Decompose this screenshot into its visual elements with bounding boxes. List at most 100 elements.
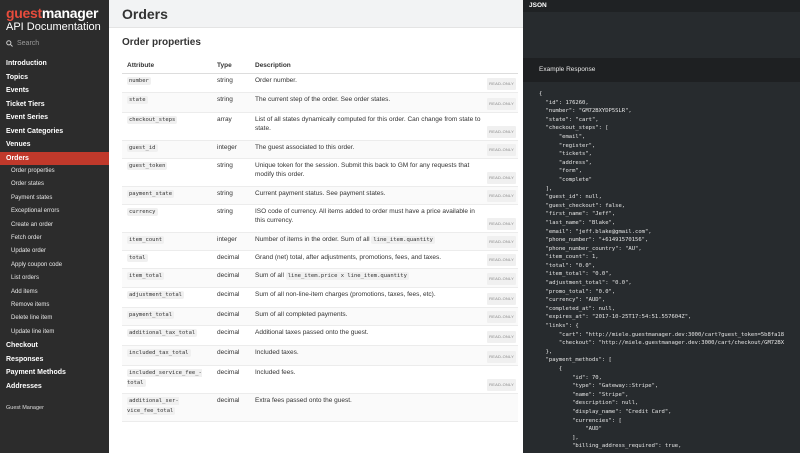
sidebar-item-introduction[interactable]: Introduction <box>0 57 109 71</box>
type-cell: string <box>212 204 250 233</box>
read-only-badge: READ-ONLY <box>487 144 516 156</box>
inline-code: line_item.price x line_item.quantity <box>285 271 409 280</box>
column-header-description: Description <box>250 59 518 74</box>
code-line: "email", <box>539 133 586 140</box>
description-cell: The guest associated to this order. READ-… <box>250 140 518 159</box>
type-cell: decimal <box>212 307 250 326</box>
code-line: "name": "Stripe", <box>539 391 629 398</box>
read-only-badge: READ-ONLY <box>487 379 516 391</box>
attribute-cell: item_count <box>122 232 212 251</box>
description-cell: Included taxes. READ-ONLY <box>250 345 518 366</box>
attribute-name: included_tax_total <box>127 348 191 357</box>
type-cell: integer <box>212 140 250 159</box>
sidebar-item-apply-coupon-code[interactable]: Apply coupon code <box>0 259 109 272</box>
description-text: Order number. <box>255 76 297 84</box>
sidebar-item-remove-items[interactable]: Remove items <box>0 299 109 312</box>
description-cell: Sum of all line_item.price x line_item.q… <box>250 268 518 288</box>
code-line: "billing_address_required": true, <box>539 443 682 450</box>
sidebar-item-order-properties[interactable]: Order properties <box>0 165 109 178</box>
sidebar-item-payment-methods[interactable]: Payment Methods <box>0 366 109 380</box>
description-text: ISO code of currency. All items added to… <box>255 207 475 225</box>
code-line: "guest_checkout": false, <box>539 202 626 209</box>
type-cell: decimal <box>212 393 250 422</box>
description-text: Additional taxes passed onto the guest. <box>255 328 369 336</box>
logo[interactable]: guestmanager <box>6 6 98 21</box>
code-line: "register", <box>539 142 596 149</box>
code-line: "total": "0.0", <box>539 262 596 269</box>
read-only-badge: READ-ONLY <box>487 254 516 266</box>
read-only-badge: READ-ONLY <box>487 98 516 110</box>
code-line: "guest_id": null, <box>539 194 602 201</box>
attribute-name: item_total <box>127 271 165 280</box>
sidebar-item-payment-states[interactable]: Payment states <box>0 192 109 205</box>
sidebar-item-responses[interactable]: Responses <box>0 353 109 367</box>
attribute-name: total <box>127 253 148 262</box>
search-box[interactable]: Search <box>6 40 39 47</box>
table-row: payment_total decimal Sum of all completed… <box>122 307 518 326</box>
attribute-cell: guest_token <box>122 158 212 187</box>
code-line: "phone_number_country": "AU", <box>539 245 642 252</box>
sidebar-item-orders[interactable]: Orders <box>0 151 109 165</box>
table-row: guest_token string Unique token for the se… <box>122 158 518 187</box>
tab-json[interactable]: JSON <box>529 2 547 9</box>
sidebar-item-ticket-tiers[interactable]: Ticket Tiers <box>0 98 109 112</box>
sidebar-item-update-line-item[interactable]: Update line item <box>0 326 109 339</box>
description-text: Sum of all <box>255 271 284 279</box>
description-cell: The current step of the order. See order… <box>250 92 518 113</box>
read-only-badge: READ-ONLY <box>487 218 516 230</box>
sidebar-item-checkout[interactable]: Checkout <box>0 339 109 353</box>
sidebar-item-topics[interactable]: Topics <box>0 71 109 85</box>
sidebar-item-venues[interactable]: Venues <box>0 138 109 152</box>
logo-text-guest: guest <box>6 5 42 21</box>
attribute-cell: total <box>122 250 212 269</box>
code-line: "promo_total": "0.0", <box>539 288 616 295</box>
table-row: included_service_fee_-total decimal Includ… <box>122 365 518 394</box>
attribute-cell: item_total <box>122 268 212 288</box>
sidebar-item-exceptional-errors[interactable]: Exceptional errors <box>0 205 109 218</box>
description-cell: List of all states dynamically computed … <box>250 112 518 141</box>
description-text: Included taxes. <box>255 348 299 356</box>
sidebar-item-create-an-order[interactable]: Create an order <box>0 219 109 232</box>
table-row: state string The current step of the order… <box>122 92 518 113</box>
attribute-name: adjustment_total <box>127 290 184 299</box>
code-line: "payment_methods": [ <box>539 357 612 364</box>
code-line: "id": 176260, <box>539 99 589 106</box>
type-cell: decimal <box>212 250 250 269</box>
sidebar-item-order-states[interactable]: Order states <box>0 178 109 191</box>
code-line: "email": "jeff.blake@gmail.com", <box>539 228 652 235</box>
description-cell: Current payment status. See payment stat… <box>250 186 518 205</box>
sidebar-item-add-items[interactable]: Add items <box>0 286 109 299</box>
read-only-badge: READ-ONLY <box>487 78 516 90</box>
attribute-name: checkout_steps <box>127 115 178 124</box>
description-text: Number of items in the order. Sum of all <box>255 235 370 243</box>
search-input[interactable]: Search <box>17 40 39 47</box>
code-line: "checkout": "http://miele.guestmanager.d… <box>539 340 785 347</box>
sidebar-item-fetch-order[interactable]: Fetch order <box>0 232 109 245</box>
attribute-name: state <box>127 95 148 104</box>
inline-code: line_item.quantity <box>371 235 435 244</box>
sidebar-item-event-categories[interactable]: Event Categories <box>0 125 109 139</box>
code-line: "item_count": 1, <box>539 254 599 261</box>
code-line: "completed_at": null, <box>539 305 616 312</box>
sidebar-item-events[interactable]: Events <box>0 84 109 98</box>
attribute-cell: state <box>122 92 212 113</box>
description-text: Unique token for the session. Submit thi… <box>255 161 470 179</box>
table-row: item_total decimal Sum of all line_item.pr… <box>122 268 518 288</box>
sidebar-item-update-order[interactable]: Update order <box>0 245 109 258</box>
table-header-row: Attribute Type Description <box>122 59 518 74</box>
sidebar-footer: Guest Manager <box>6 405 44 411</box>
table-row: total decimal Grand (net) total, after adj… <box>122 250 518 269</box>
sidebar-item-list-orders[interactable]: List orders <box>0 272 109 285</box>
description-cell: Included fees. READ-ONLY <box>250 365 518 394</box>
type-cell: string <box>212 92 250 113</box>
code-line: "currencies": [ <box>539 417 622 424</box>
attribute-cell: payment_state <box>122 186 212 205</box>
sidebar-item-addresses[interactable]: Addresses <box>0 380 109 394</box>
code-line: "item_total": "0.0", <box>539 271 612 278</box>
code-line: { <box>539 91 543 97</box>
attribute-name: item_count <box>127 235 165 244</box>
sidebar-item-delete-line-item[interactable]: Delete line item <box>0 312 109 325</box>
code-line: "expires_at": "2017-10-25T17:54:51.55760… <box>539 314 692 321</box>
sidebar: guestmanager API Documentation Search In… <box>0 0 109 453</box>
sidebar-item-event-series[interactable]: Event Series <box>0 111 109 125</box>
